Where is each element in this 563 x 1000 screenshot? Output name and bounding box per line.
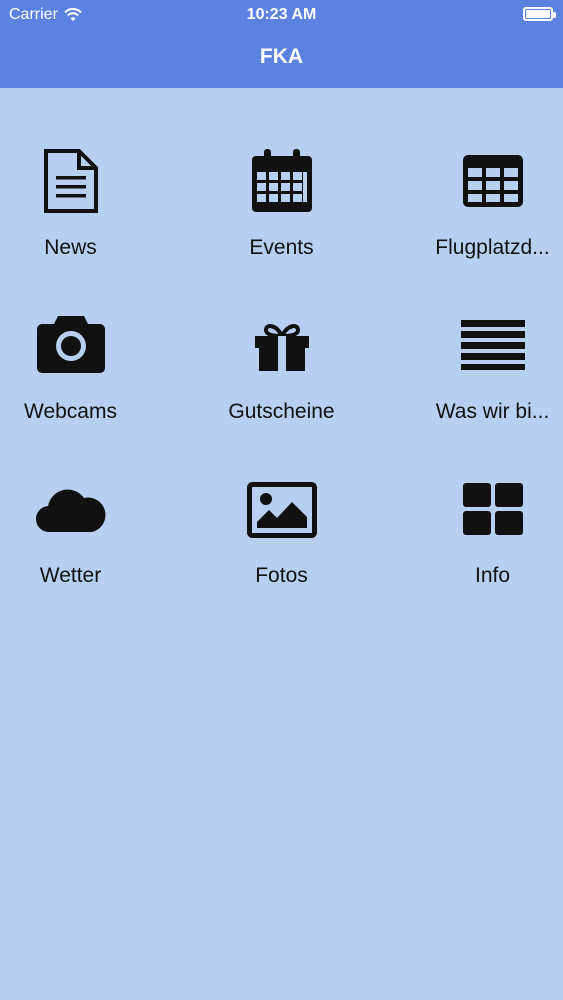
tile-info[interactable]: Info xyxy=(399,416,563,587)
tile-webcams[interactable]: Webcams xyxy=(0,252,164,423)
camera-icon xyxy=(36,316,105,373)
top-bar: Carrier 10:23 AM FKA xyxy=(0,0,563,88)
gift-icon xyxy=(254,324,309,371)
tile-news[interactable]: News xyxy=(0,88,164,259)
tile-wetter[interactable]: Wetter xyxy=(0,416,164,587)
document-icon xyxy=(43,149,98,213)
tile-label: Fotos xyxy=(255,564,308,587)
cloud-icon xyxy=(35,489,105,533)
list-icon xyxy=(460,320,525,370)
table-icon xyxy=(462,155,523,207)
tile-flugplatz[interactable]: Flugplatzd... xyxy=(399,88,563,259)
tile-events[interactable]: Events xyxy=(188,88,375,259)
tile-fotos[interactable]: Fotos xyxy=(188,416,375,587)
tile-label: Info xyxy=(474,564,511,587)
status-time: 10:23 AM xyxy=(246,6,317,23)
image-icon xyxy=(246,482,317,538)
grid-icon xyxy=(462,483,523,535)
page-title: FKA xyxy=(259,45,304,68)
tile-gutscheine[interactable]: Gutscheine xyxy=(188,252,375,423)
tile-label: Wetter xyxy=(39,564,102,587)
tile-was-wir-bieten[interactable]: Was wir bi... xyxy=(399,252,563,423)
battery-icon xyxy=(523,7,556,21)
status-bar: Carrier 10:23 AM xyxy=(0,0,563,30)
calendar-icon xyxy=(251,149,312,212)
